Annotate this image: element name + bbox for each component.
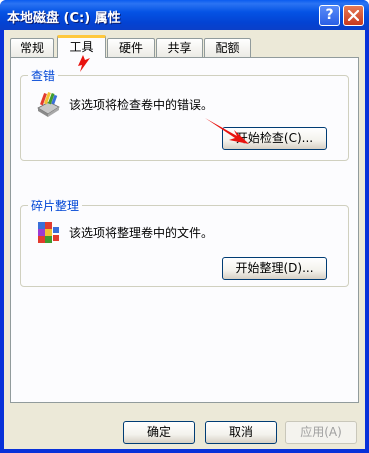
window-title: 本地磁盘 (C:) 属性 <box>7 11 121 26</box>
defrag-icon <box>38 222 59 243</box>
group-label: 查错 <box>28 67 59 84</box>
title-bar[interactable]: 本地磁盘 (C:) 属性 ? <box>0 0 369 30</box>
close-icon <box>348 10 359 21</box>
help-button[interactable]: ? <box>319 5 340 26</box>
start-defrag-button[interactable]: 开始整理(D)... <box>222 257 327 280</box>
tab-label: 配额 <box>215 41 240 55</box>
tab-hardware[interactable]: 硬件 <box>107 38 155 57</box>
annotation-arrow-button <box>205 118 249 144</box>
tools-tab-panel: 查错 该选项将检查卷中的错误。 开始检查(C)... 碎片整理 该选项将整理卷中… <box>10 57 359 403</box>
button-label: 确定 <box>146 425 171 439</box>
tab-general[interactable]: 常规 <box>10 38 54 57</box>
defrag-group: 碎片整理 该选项将整理卷中的文件。 开始整理(D)... <box>20 197 349 287</box>
group-label: 碎片整理 <box>28 197 83 214</box>
disk-check-icon <box>37 92 60 117</box>
dialog-client: 常规 工具 硬件 共享 配额 查错 该选项将检查卷中的错误。 开始检查(C)..… <box>4 30 365 449</box>
tab-label: 共享 <box>167 41 192 55</box>
tab-label: 常规 <box>19 41 44 55</box>
button-label: 开始整理(D)... <box>235 261 314 275</box>
defrag-description: 该选项将整理卷中的文件。 <box>69 226 214 240</box>
apply-button[interactable]: 应用(A) <box>285 421 357 444</box>
error-check-description: 该选项将检查卷中的错误。 <box>69 98 214 112</box>
tab-quota[interactable]: 配额 <box>204 38 251 57</box>
tab-label: 硬件 <box>118 41 143 55</box>
button-label: 应用(A) <box>300 425 342 439</box>
error-check-group: 查错 该选项将检查卷中的错误。 开始检查(C)... <box>20 67 349 161</box>
help-icon: ? <box>325 7 334 23</box>
cancel-button[interactable]: 取消 <box>205 421 277 444</box>
ok-button[interactable]: 确定 <box>123 421 195 444</box>
button-label: 取消 <box>228 425 253 439</box>
tab-sharing[interactable]: 共享 <box>156 38 203 57</box>
properties-window: 本地磁盘 (C:) 属性 ? 常规 工具 硬件 共享 配额 查错 该选项将检查卷… <box>0 0 369 453</box>
close-button[interactable] <box>343 5 364 26</box>
annotation-arrow-tab <box>78 55 90 72</box>
